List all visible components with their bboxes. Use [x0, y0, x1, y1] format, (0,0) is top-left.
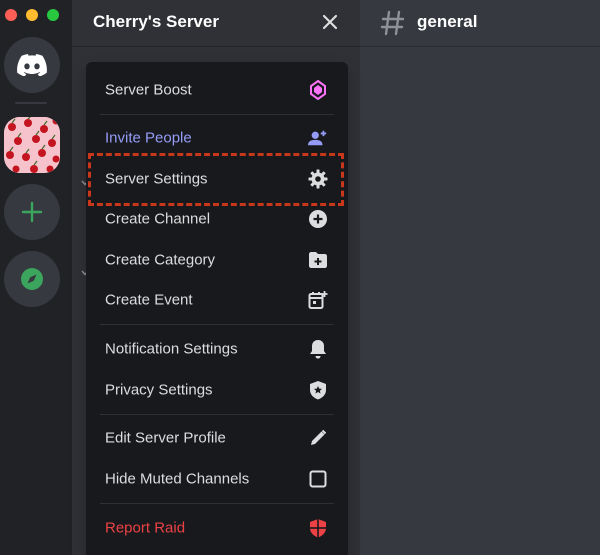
menu-item-label: Edit Server Profile [105, 429, 226, 447]
menu-item-create-channel[interactable]: Create Channel [86, 201, 348, 237]
menu-item-label: Invite People [105, 129, 192, 147]
window-close-button[interactable] [5, 9, 17, 21]
menu-item-server-boost[interactable]: Server Boost [86, 72, 348, 108]
menu-separator [100, 114, 334, 115]
menu-item-privacy-settings[interactable]: Privacy Settings [86, 372, 348, 408]
server-header[interactable]: Cherry's Server [72, 0, 360, 46]
window-minimize-button[interactable] [26, 9, 38, 21]
channel-header: general [360, 0, 600, 46]
menu-item-invite-people[interactable]: Invite People [86, 120, 348, 156]
server-rail [0, 0, 72, 555]
bell-icon [308, 339, 328, 359]
gear-icon [308, 169, 328, 189]
discord-logo-icon [17, 54, 47, 76]
compass-icon [21, 268, 43, 290]
window-controls [5, 9, 59, 21]
menu-item-label: Create Channel [105, 210, 211, 228]
menu-item-label: Report Raid [105, 519, 186, 537]
rail-divider [15, 102, 47, 104]
menu-separator [100, 414, 334, 415]
menu-item-notification-settings[interactable]: Notification Settings [86, 331, 348, 367]
checkbox-icon[interactable] [308, 469, 328, 489]
server-dropdown-menu: Server Boost Invite People Server Settin… [86, 62, 348, 555]
add-person-icon [308, 128, 328, 148]
server-name: Cherry's Server [93, 12, 219, 31]
window-zoom-button[interactable] [47, 9, 59, 21]
menu-item-label: Notification Settings [105, 340, 238, 358]
menu-item-label: Create Event [105, 291, 193, 309]
menu-item-label: Server Settings [105, 170, 208, 188]
chat-area: general [360, 0, 600, 555]
explore-servers-button[interactable] [4, 251, 60, 307]
pencil-icon [308, 428, 328, 448]
home-button[interactable] [4, 37, 60, 93]
shield-star-icon [308, 380, 328, 400]
menu-item-label: Create Category [105, 251, 216, 269]
channel-name: general [417, 12, 478, 31]
menu-separator [100, 503, 334, 504]
menu-separator [100, 324, 334, 325]
plus-circle-icon [308, 209, 328, 229]
menu-item-create-category[interactable]: Create Category [86, 242, 348, 278]
boost-gem-icon [308, 80, 328, 100]
menu-item-report-raid[interactable]: Report Raid [86, 510, 348, 546]
cherry-pattern-image [4, 117, 60, 173]
plus-icon [21, 201, 43, 223]
menu-item-label: Hide Muted Channels [105, 470, 250, 488]
menu-item-create-event[interactable]: Create Event [86, 282, 348, 318]
close-icon[interactable] [320, 12, 340, 32]
add-server-button[interactable] [4, 184, 60, 240]
folder-plus-icon [308, 250, 328, 270]
menu-item-edit-server-profile[interactable]: Edit Server Profile [86, 420, 348, 456]
server-icon-cherry[interactable] [4, 117, 60, 173]
shield-alert-icon [308, 518, 328, 538]
menu-item-server-settings[interactable]: Server Settings [86, 161, 348, 197]
menu-item-hide-muted-channels[interactable]: Hide Muted Channels [86, 461, 348, 497]
hash-icon [380, 10, 405, 36]
calendar-plus-icon [308, 290, 328, 310]
menu-item-label: Server Boost [105, 81, 192, 99]
menu-item-label: Privacy Settings [105, 381, 213, 399]
